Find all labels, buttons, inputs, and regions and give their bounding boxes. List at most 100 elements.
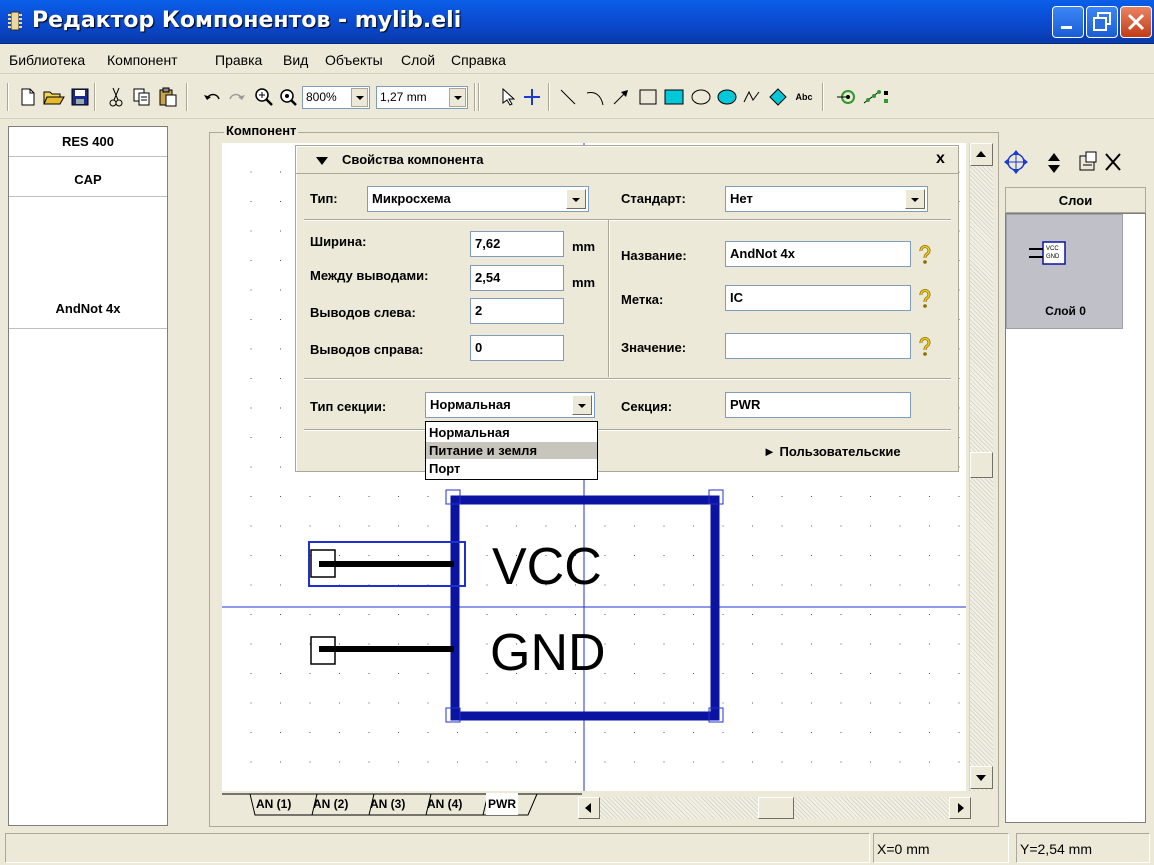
menu-help[interactable]: Справка: [451, 52, 506, 68]
component-properties-panel: Свойства компонента x Тип: Микросхема Ст…: [295, 145, 959, 472]
tab-an3[interactable]: AN (3): [370, 793, 405, 815]
dropdown-option[interactable]: Нормальная: [426, 424, 597, 441]
chevron-down-icon[interactable]: [351, 88, 368, 107]
tab-an1[interactable]: AN (1): [256, 793, 291, 815]
chevron-down-icon[interactable]: [905, 189, 925, 209]
collapse-triangle-icon[interactable]: [316, 156, 328, 166]
tab-an4[interactable]: AN (4): [427, 793, 462, 815]
undo-icon[interactable]: [200, 85, 224, 109]
pin-array-tool-icon[interactable]: [860, 85, 884, 109]
minimize-button[interactable]: [1052, 6, 1084, 38]
custom-properties-toggle[interactable]: ► Пользовательские: [763, 444, 901, 459]
filled-ellipse-tool-icon[interactable]: [715, 85, 739, 109]
save-icon[interactable]: [68, 85, 92, 109]
redo-icon[interactable]: [225, 85, 249, 109]
list-item[interactable]: RES 400: [9, 127, 167, 157]
scroll-left-button[interactable]: [578, 797, 600, 819]
layers-list: VCC GND Слой 0: [1005, 213, 1146, 823]
value-input[interactable]: [725, 333, 911, 359]
title-bar[interactable]: Редактор Компонентов - mylib.eli: [0, 0, 1154, 44]
ellipse-tool-icon[interactable]: [689, 85, 713, 109]
more-tools-icon[interactable]: [882, 85, 892, 109]
status-x: X=0 mm: [873, 833, 1009, 863]
help-icon[interactable]: [918, 245, 932, 265]
polyline-tool-icon[interactable]: [740, 85, 764, 109]
pitch-input[interactable]: 2,54: [470, 265, 564, 291]
type-select[interactable]: Микросхема: [367, 186, 589, 212]
filled-rectangle-tool-icon[interactable]: [662, 85, 686, 109]
chevron-down-icon[interactable]: [566, 189, 586, 209]
tab-an2[interactable]: AN (2): [313, 793, 348, 815]
move-icon[interactable]: [1004, 150, 1028, 174]
type-value: Микросхема: [372, 191, 451, 206]
zoom-combo[interactable]: 800%: [302, 86, 370, 109]
tab-pwr[interactable]: PWR: [486, 793, 518, 815]
arc-tool-icon[interactable]: [583, 85, 607, 109]
pins-left-label: Выводов слева:: [310, 305, 416, 320]
layers-panel: Слои VCC GND Слой 0: [999, 143, 1149, 823]
window-title: Редактор Компонентов - mylib.eli: [32, 8, 462, 33]
menu-view[interactable]: Вид: [283, 52, 308, 68]
name-input[interactable]: AndNot 4x: [725, 241, 911, 267]
standard-select[interactable]: Нет: [725, 186, 928, 212]
section-input[interactable]: PWR: [725, 392, 911, 418]
section-label: Секция:: [621, 399, 673, 414]
scroll-thumb[interactable]: [970, 452, 993, 478]
dropdown-option-highlighted[interactable]: Питание и земля: [426, 442, 597, 459]
scroll-up-button[interactable]: [970, 143, 993, 166]
new-file-icon[interactable]: [16, 85, 40, 109]
mark-input[interactable]: IC: [725, 285, 911, 311]
help-icon[interactable]: [918, 337, 932, 357]
scroll-right-button[interactable]: [949, 797, 971, 819]
restore-button[interactable]: [1086, 6, 1118, 38]
toolbar-separator: [478, 83, 480, 111]
menu-objects[interactable]: Объекты: [325, 52, 383, 68]
pins-left-input[interactable]: 2: [470, 298, 564, 324]
section-type-select[interactable]: Нормальная: [425, 392, 595, 418]
polygon-tool-icon[interactable]: [766, 85, 790, 109]
menu-layer[interactable]: Слой: [401, 52, 435, 68]
close-button[interactable]: [1120, 6, 1152, 38]
move-up-down-icon[interactable]: [1048, 153, 1060, 173]
grid-combo[interactable]: 1,27 mm: [376, 86, 468, 109]
line-tool-icon[interactable]: [556, 85, 580, 109]
menu-component[interactable]: Компонент: [107, 52, 178, 68]
help-icon[interactable]: [918, 289, 932, 309]
standard-value: Нет: [730, 191, 753, 206]
arrow-tool-icon[interactable]: [609, 85, 633, 109]
list-item[interactable]: CAP: [9, 157, 167, 197]
paste-icon[interactable]: [156, 85, 180, 109]
close-icon: [1127, 13, 1145, 31]
pin-tool-icon[interactable]: [834, 85, 858, 109]
divider: [304, 429, 951, 431]
zoom-in-icon[interactable]: [252, 85, 276, 109]
list-item[interactable]: AndNot 4x: [9, 197, 167, 329]
vertical-scrollbar[interactable]: [969, 143, 993, 791]
rectangle-tool-icon[interactable]: [636, 85, 660, 109]
grid-value: 1,27 mm: [380, 90, 427, 104]
close-panel-icon[interactable]: x: [936, 150, 945, 168]
pins-right-input[interactable]: 0: [470, 335, 564, 361]
layer-item[interactable]: VCC GND Слой 0: [1006, 214, 1123, 329]
zoom-area-icon[interactable]: [276, 85, 300, 109]
layer-properties-icon[interactable]: [1079, 151, 1097, 171]
text-tool-icon[interactable]: Abc: [792, 85, 816, 109]
open-folder-icon[interactable]: [42, 85, 66, 109]
copy-icon[interactable]: [130, 85, 154, 109]
horizontal-scrollbar[interactable]: [578, 797, 971, 819]
delete-layer-icon[interactable]: [1105, 153, 1121, 171]
properties-header[interactable]: Свойства компонента x: [296, 146, 958, 174]
menu-edit[interactable]: Правка: [215, 52, 262, 68]
cut-icon[interactable]: [104, 85, 128, 109]
chevron-down-icon[interactable]: [572, 395, 592, 415]
crosshair-icon[interactable]: [520, 85, 544, 109]
status-bar: X=0 mm Y=2,54 mm: [0, 830, 1154, 865]
dropdown-option[interactable]: Порт: [426, 460, 597, 477]
chevron-down-icon[interactable]: [449, 88, 466, 107]
width-input[interactable]: 7,62: [470, 231, 564, 257]
scroll-down-button[interactable]: [970, 766, 993, 789]
select-pointer-icon[interactable]: [496, 85, 520, 109]
h-scroll-thumb[interactable]: [758, 797, 794, 819]
menu-library[interactable]: Библиотека: [9, 52, 85, 68]
section-type-dropdown[interactable]: Нормальная Питание и земля Порт: [425, 421, 598, 480]
